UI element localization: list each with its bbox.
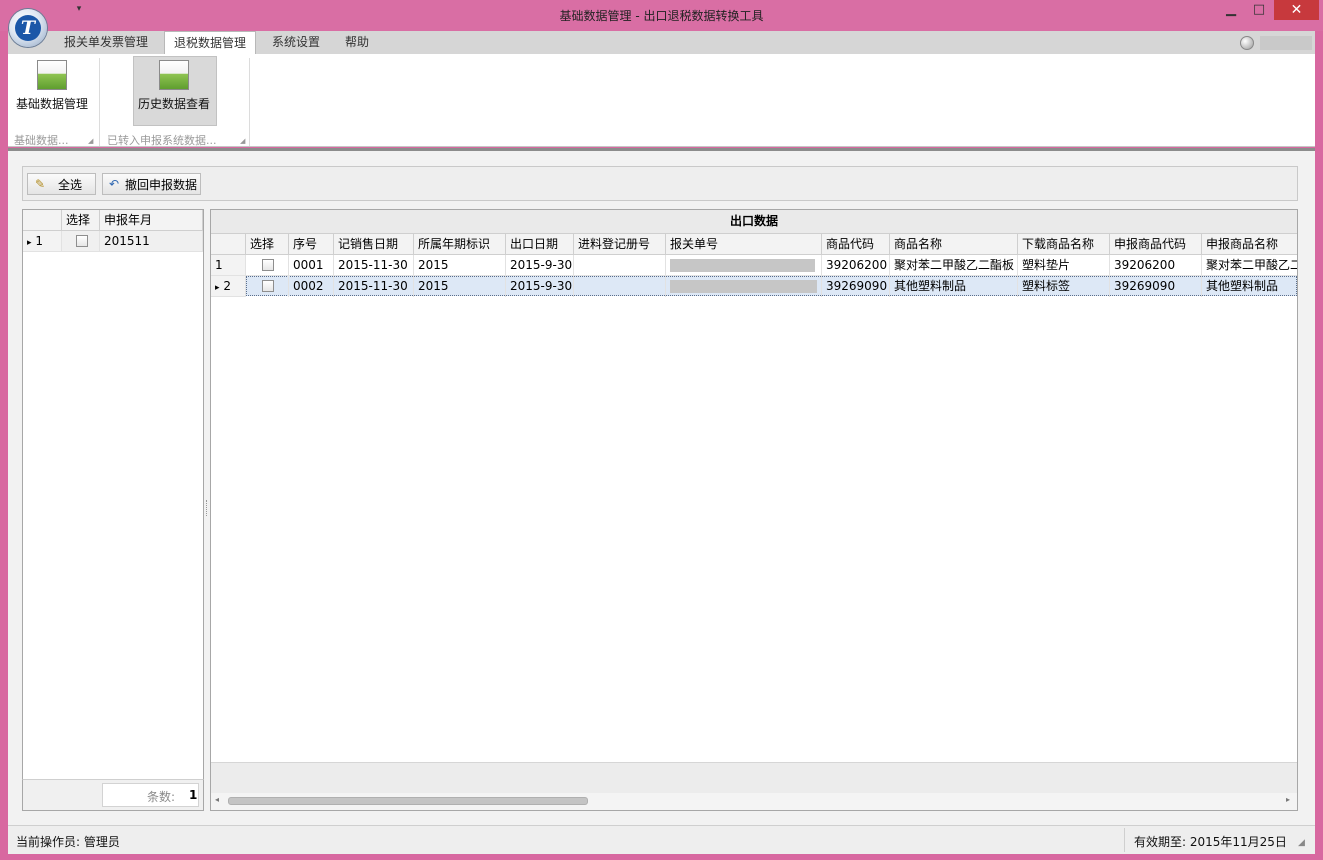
declared-name-cell[interactable]: 聚对苯二甲酸乙二 bbox=[1202, 255, 1297, 276]
tab-system-settings[interactable]: 系统设置 bbox=[263, 31, 329, 54]
row-header-corner bbox=[23, 210, 62, 231]
row-number: 2 bbox=[223, 279, 231, 293]
select-all-button[interactable]: ✎ 全选 bbox=[27, 173, 96, 195]
registration-no-cell[interactable] bbox=[574, 276, 666, 297]
goods-name-cell[interactable]: 其他塑料制品 bbox=[890, 276, 1018, 297]
column-header-declared-name[interactable]: 申报商品名称 bbox=[1202, 234, 1297, 255]
scroll-right-icon[interactable]: ▸ bbox=[1286, 795, 1290, 804]
minimize-button[interactable]: ▁ bbox=[1218, 0, 1244, 20]
ribbon-divider bbox=[249, 58, 250, 146]
license-expiry: 有效期至: 2015年11月25日 bbox=[1134, 835, 1287, 849]
column-header-goods-name[interactable]: 商品名称 bbox=[890, 234, 1018, 255]
current-operator: 当前操作员: 管理员 bbox=[16, 835, 120, 849]
record-count-box: 条数: 1 bbox=[102, 783, 199, 807]
undo-icon: ↶ bbox=[108, 177, 120, 191]
column-header-month[interactable]: 申报年月 bbox=[100, 210, 203, 231]
row-header-corner bbox=[211, 234, 246, 255]
sale-date-cell[interactable]: 2015-11-30 bbox=[334, 255, 414, 276]
registration-no-cell[interactable] bbox=[574, 255, 666, 276]
grid-footer bbox=[211, 762, 1297, 793]
user-status-icon[interactable] bbox=[1240, 36, 1254, 50]
column-header-export-date[interactable]: 出口日期 bbox=[506, 234, 574, 255]
count-label: 条数: bbox=[147, 790, 176, 804]
ribbon-tab-row: 报关单发票管理 退税数据管理 系统设置 帮助 bbox=[8, 31, 1315, 55]
column-header-period[interactable]: 所属年期标识 bbox=[414, 234, 506, 255]
window-icon bbox=[159, 60, 189, 90]
period-cell[interactable]: 2015 bbox=[414, 255, 506, 276]
row-indicator[interactable]: ▸ 2 bbox=[211, 276, 246, 297]
seq-cell[interactable]: 0001 bbox=[289, 255, 334, 276]
goods-name-cell[interactable]: 聚对苯二甲酸乙二酯板 bbox=[890, 255, 1018, 276]
ribbon-group-label: 基础数据... bbox=[14, 134, 69, 147]
redacted-value bbox=[670, 280, 817, 293]
row-checkbox[interactable] bbox=[262, 259, 274, 271]
tab-help[interactable]: 帮助 bbox=[336, 31, 378, 54]
tab-refund-data-management[interactable]: 退税数据管理 bbox=[164, 31, 257, 55]
close-button[interactable]: ✕ bbox=[1274, 0, 1319, 20]
month-grid bbox=[22, 209, 204, 811]
checklist-icon: ✎ bbox=[34, 177, 46, 191]
toolbar bbox=[22, 166, 1298, 201]
column-header-goods-code[interactable]: 商品代码 bbox=[822, 234, 890, 255]
sale-date-cell[interactable]: 2015-11-30 bbox=[334, 276, 414, 297]
column-header-declared-code[interactable]: 申报商品代码 bbox=[1110, 234, 1202, 255]
scroll-left-icon[interactable]: ◂ bbox=[215, 795, 219, 804]
revoke-declaration-button[interactable]: ↶ 撤回申报数据 bbox=[102, 173, 201, 195]
row-indicator[interactable]: ▸ 1 bbox=[23, 231, 62, 252]
column-header-registration-no[interactable]: 进料登记册号 bbox=[574, 234, 666, 255]
declared-name-cell[interactable]: 其他塑料制品 bbox=[1202, 276, 1297, 297]
column-header-declaration-no[interactable]: 报关单号 bbox=[666, 234, 822, 255]
status-bar bbox=[8, 825, 1315, 854]
column-header-seq[interactable]: 序号 bbox=[289, 234, 334, 255]
row-pointer-icon: ▸ bbox=[27, 238, 32, 248]
goods-code-cell[interactable]: 39269090 bbox=[822, 276, 890, 297]
resize-grip-icon[interactable]: ◢ bbox=[1298, 838, 1305, 848]
redacted-value bbox=[670, 259, 815, 272]
select-all-label: 全选 bbox=[58, 178, 83, 192]
export-date-cell[interactable]: 2015-9-30 bbox=[506, 255, 574, 276]
seq-cell[interactable]: 0002 bbox=[289, 276, 334, 297]
declared-code-cell[interactable]: 39269090 bbox=[1110, 276, 1202, 297]
row-number: 1 bbox=[35, 234, 43, 248]
goods-code-cell[interactable]: 39206200 bbox=[822, 255, 890, 276]
grid-caption: 出口数据 bbox=[211, 210, 1297, 234]
group-launcher-icon[interactable]: ◢ bbox=[88, 137, 93, 145]
count-value: 1 bbox=[189, 788, 198, 802]
row-checkbox[interactable] bbox=[262, 280, 274, 292]
group-launcher-icon[interactable]: ◢ bbox=[240, 137, 245, 145]
row-number[interactable]: 1 bbox=[211, 255, 246, 276]
basic-data-management-button[interactable]: 基础数据管理 bbox=[11, 95, 93, 112]
download-name-cell[interactable]: 塑料标签 bbox=[1018, 276, 1110, 297]
quick-access-dropdown-icon[interactable]: ▾ bbox=[72, 4, 86, 20]
status-divider bbox=[1124, 828, 1125, 852]
period-cell[interactable]: 2015 bbox=[414, 276, 506, 297]
scrollbar-thumb[interactable] bbox=[228, 797, 588, 805]
maximize-button[interactable]: □ bbox=[1246, 0, 1272, 20]
ribbon-divider bbox=[99, 58, 100, 146]
app-logo-icon[interactable]: T bbox=[9, 9, 47, 47]
user-name-redacted bbox=[1260, 36, 1312, 50]
column-header-select[interactable]: 选择 bbox=[246, 234, 289, 255]
ribbon-group-label: 已转入申报系统数据... bbox=[107, 134, 217, 147]
export-data-grid bbox=[210, 209, 1298, 811]
window-title: 基础数据管理 - 出口退税数据转换工具 bbox=[559, 9, 764, 23]
declared-code-cell[interactable]: 39206200 bbox=[1110, 255, 1202, 276]
month-cell[interactable]: 201511 bbox=[100, 231, 203, 252]
column-header-download-name[interactable]: 下载商品名称 bbox=[1018, 234, 1110, 255]
column-header-select[interactable]: 选择 bbox=[62, 210, 100, 231]
download-name-cell[interactable]: 塑料垫片 bbox=[1018, 255, 1110, 276]
export-date-cell[interactable]: 2015-9-30 bbox=[506, 276, 574, 297]
tab-invoice-management[interactable]: 报关单发票管理 bbox=[55, 31, 157, 54]
history-data-view-button[interactable]: 历史数据查看 bbox=[133, 95, 215, 112]
revoke-label: 撤回申报数据 bbox=[125, 178, 198, 192]
row-pointer-icon: ▸ bbox=[215, 283, 220, 293]
window-icon bbox=[37, 60, 67, 90]
column-header-sale-date[interactable]: 记销售日期 bbox=[334, 234, 414, 255]
row-checkbox[interactable] bbox=[76, 235, 88, 247]
